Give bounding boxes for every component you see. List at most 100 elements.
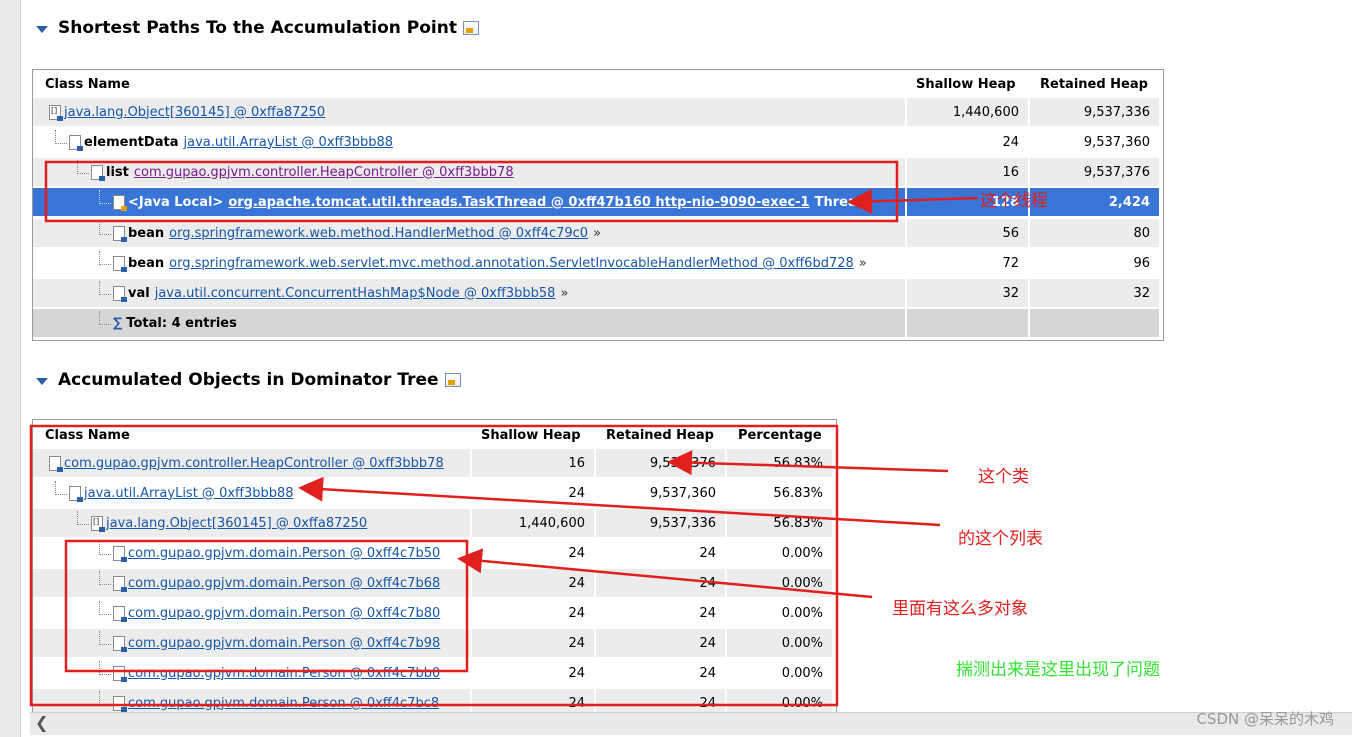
object-link[interactable]: com.gupao.gpjvm.controller.HeapControlle… xyxy=(64,456,444,471)
tree-connector xyxy=(99,251,111,265)
more-icon[interactable]: » xyxy=(560,286,568,301)
retained-heap-value: 9,537,360 xyxy=(1030,128,1159,156)
shallow-heap-value: 24 xyxy=(907,128,1028,156)
header-retained-heap[interactable]: Retained Heap xyxy=(1040,77,1148,92)
table-row[interactable]: com.gupao.gpjvm.domain.Person @ 0xff4c7b… xyxy=(33,568,832,598)
shallow-heap-value: 24 xyxy=(472,479,594,507)
header-percentage[interactable]: Percentage xyxy=(738,428,822,443)
shallow-heap-value: 32 xyxy=(907,279,1028,307)
shallow-heap-value: 24 xyxy=(472,659,594,687)
section-accumulated-objects[interactable]: Accumulated Objects in Dominator Tree xyxy=(36,370,461,390)
header-retained-heap[interactable]: Retained Heap xyxy=(606,428,714,443)
tree-connector xyxy=(99,190,111,204)
dominator-tree-table: Class Name Shallow Heap Retained Heap Pe… xyxy=(32,419,837,712)
table-row[interactable]: com.gupao.gpjvm.domain.Person @ 0xff4c7b… xyxy=(33,628,832,658)
object-link[interactable]: org.apache.tomcat.util.threads.TaskThrea… xyxy=(228,195,809,210)
percentage-value: 0.00% xyxy=(727,689,832,712)
object-link[interactable]: com.gupao.gpjvm.domain.Person @ 0xff4c7b… xyxy=(128,666,440,681)
table-row[interactable]: bean org.springframework.web.method.Hand… xyxy=(33,218,1159,248)
more-icon[interactable]: » xyxy=(593,226,601,241)
table-row[interactable]: java.util.ArrayList @ 0xff3bbb88 24 9,53… xyxy=(33,478,832,508)
object-link[interactable]: com.gupao.gpjvm.domain.Person @ 0xff4c7b… xyxy=(128,636,440,651)
object-icon xyxy=(49,455,63,472)
object-link[interactable]: com.gupao.gpjvm.domain.Person @ 0xff4c7b… xyxy=(128,546,440,561)
table-row[interactable]: com.gupao.gpjvm.domain.Person @ 0xff4c7b… xyxy=(33,538,832,568)
retained-heap-value: 9,537,336 xyxy=(1030,98,1159,126)
shallow-heap-value: 16 xyxy=(907,158,1028,186)
retained-heap-value: 9,537,376 xyxy=(1030,158,1159,186)
table-row[interactable]: elementData java.util.ArrayList @ 0xff3b… xyxy=(33,127,1159,157)
object-link[interactable]: java.lang.Object[360145] @ 0xffa87250 xyxy=(106,516,367,531)
object-link[interactable]: com.gupao.gpjvm.domain.Person @ 0xff4c7b… xyxy=(128,576,440,591)
object-icon xyxy=(113,695,127,712)
header-class-name[interactable]: Class Name xyxy=(45,77,130,92)
object-link[interactable]: com.gupao.gpjvm.controller.HeapControlle… xyxy=(134,165,514,180)
table-row[interactable]: val java.util.concurrent.ConcurrentHashM… xyxy=(33,278,1159,308)
tree-connector xyxy=(99,311,111,325)
watermark: CSDN @呆呆的木鸡 xyxy=(1196,710,1334,728)
tree-connector xyxy=(55,130,67,144)
object-link[interactable]: java.util.ArrayList @ 0xff3bbb88 xyxy=(84,486,294,501)
array-object-icon xyxy=(91,515,105,532)
percentage-value: 0.00% xyxy=(727,539,832,567)
table-row[interactable]: com.gupao.gpjvm.domain.Person @ 0xff4c7b… xyxy=(33,598,832,628)
field-name: bean xyxy=(128,255,165,271)
table-row[interactable]: com.gupao.gpjvm.domain.Person @ 0xff4c7b… xyxy=(33,688,832,712)
retained-heap-value: 24 xyxy=(596,539,725,567)
tree-connector xyxy=(99,571,111,585)
thread-label: Thread xyxy=(814,194,867,210)
retained-heap-value: 9,537,360 xyxy=(596,479,725,507)
table-row[interactable]: bean org.springframework.web.servlet.mvc… xyxy=(33,248,1159,278)
section-title: Accumulated Objects in Dominator Tree xyxy=(58,370,439,390)
tree-connector xyxy=(99,541,111,555)
tree-connector xyxy=(99,631,111,645)
scroll-left-arrow-icon[interactable]: ❮ xyxy=(35,713,48,732)
collapse-triangle-icon[interactable] xyxy=(36,25,48,33)
object-icon xyxy=(69,485,83,502)
open-in-editor-icon[interactable] xyxy=(444,373,461,387)
open-in-editor-icon[interactable] xyxy=(462,21,479,35)
object-icon xyxy=(91,164,105,181)
object-link[interactable]: org.springframework.web.method.HandlerMe… xyxy=(169,226,588,241)
section-shortest-paths[interactable]: Shortest Paths To the Accumulation Point xyxy=(36,18,479,38)
tree-connector xyxy=(77,160,89,174)
tree-connector xyxy=(99,661,111,675)
header-shallow-heap[interactable]: Shallow Heap xyxy=(481,428,581,443)
table-row[interactable]: java.lang.Object[360145] @ 0xffa87250 1,… xyxy=(33,97,1159,127)
retained-heap-value: 9,537,376 xyxy=(596,449,725,477)
table-row[interactable]: com.gupao.gpjvm.controller.HeapControlle… xyxy=(33,448,832,478)
table-row[interactable]: com.gupao.gpjvm.domain.Person @ 0xff4c7b… xyxy=(33,658,832,688)
table-row[interactable]: java.lang.Object[360145] @ 0xffa87250 1,… xyxy=(33,508,832,538)
object-link[interactable]: org.springframework.web.servlet.mvc.meth… xyxy=(169,256,854,271)
tree-connector xyxy=(55,481,67,495)
retained-heap-value: 32 xyxy=(1030,279,1159,307)
horizontal-scrollbar[interactable]: ❮ xyxy=(30,712,1352,735)
header-shallow-heap[interactable]: Shallow Heap xyxy=(916,77,1016,92)
percentage-value: 0.00% xyxy=(727,629,832,657)
object-link[interactable]: com.gupao.gpjvm.domain.Person @ 0xff4c7b… xyxy=(128,606,440,621)
retained-heap-value: 24 xyxy=(596,569,725,597)
object-link[interactable]: com.gupao.gpjvm.domain.Person @ 0xff4c7b… xyxy=(128,696,439,711)
header-class-name[interactable]: Class Name xyxy=(45,428,130,443)
collapse-triangle-icon[interactable] xyxy=(36,377,48,385)
object-link[interactable]: java.util.concurrent.ConcurrentHashMap$N… xyxy=(155,286,556,301)
shallow-heap-value: 24 xyxy=(472,599,594,627)
table-row[interactable]: list com.gupao.gpjvm.controller.HeapCont… xyxy=(33,157,1159,187)
object-icon xyxy=(113,605,127,622)
percentage-value: 56.83% xyxy=(727,479,832,507)
java-local-label: <Java Local> xyxy=(128,194,224,210)
object-icon xyxy=(113,285,127,302)
object-link[interactable]: java.lang.Object[360145] @ 0xffa87250 xyxy=(64,105,325,120)
tree-connector xyxy=(99,221,111,235)
annotation-this-thread: 这个线程 xyxy=(980,191,1048,211)
total-entries: Total: 4 entries xyxy=(126,315,237,331)
retained-heap-value: 9,537,336 xyxy=(596,509,725,537)
more-icon[interactable]: » xyxy=(859,256,867,271)
retained-heap-value: 24 xyxy=(596,659,725,687)
object-link[interactable]: java.util.ArrayList @ 0xff3bbb88 xyxy=(183,135,393,150)
sum-icon: ∑ xyxy=(113,315,123,331)
object-icon xyxy=(113,225,127,242)
object-icon xyxy=(113,255,127,272)
field-name: val xyxy=(128,285,150,301)
tree-connector xyxy=(99,281,111,295)
